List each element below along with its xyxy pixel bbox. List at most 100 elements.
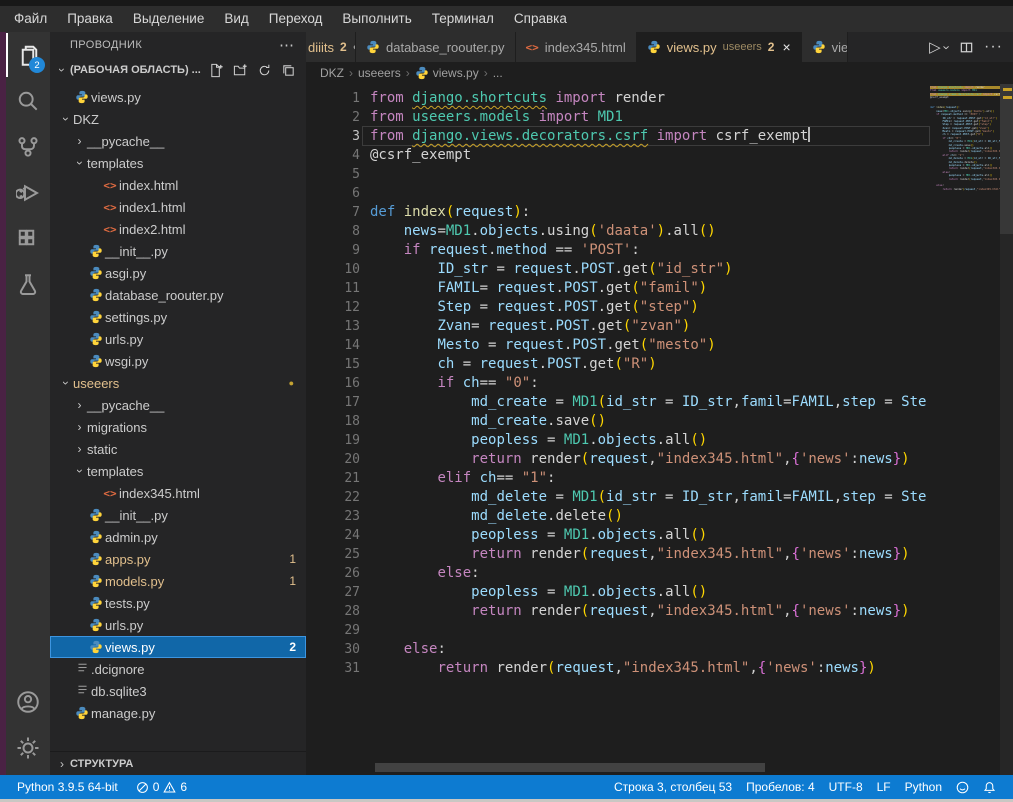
code-line-4[interactable]: @csrf_exempt bbox=[370, 146, 930, 165]
minimap[interactable]: from django.shortcuts import renderfrom … bbox=[930, 86, 1000, 226]
breadcrumb-item-views.py[interactable]: views.py bbox=[415, 66, 479, 80]
status-problems[interactable]: 06 bbox=[129, 780, 194, 794]
menu-item-6[interactable]: Выполнить bbox=[332, 6, 421, 32]
code-line-11[interactable]: FAMIL= request.POST.get("famil") bbox=[370, 279, 930, 298]
code-line-18[interactable]: md_create.save() bbox=[370, 412, 930, 431]
tree-item-urls.py[interactable]: urls.py bbox=[50, 328, 306, 350]
status-feedback[interactable] bbox=[949, 781, 976, 794]
outline-section-header[interactable]: › СТРУКТУРА bbox=[50, 751, 306, 775]
overview-ruler[interactable] bbox=[1000, 84, 1013, 775]
status-language[interactable]: Python bbox=[898, 780, 949, 794]
code-line-25[interactable]: return render(request,"index345.html",{'… bbox=[370, 545, 930, 564]
code-line-21[interactable]: elif ch== "1": bbox=[370, 469, 930, 488]
tree-item-models.py[interactable]: models.py1 bbox=[50, 570, 306, 592]
menu-item-8[interactable]: Справка bbox=[504, 6, 577, 32]
tab-diiits[interactable]: diiits2● bbox=[306, 32, 356, 62]
tree-item-database_roouter.py[interactable]: database_roouter.py bbox=[50, 284, 306, 306]
menu-item-2[interactable]: Правка bbox=[57, 6, 123, 32]
tree-item-templates[interactable]: ›templates bbox=[50, 460, 306, 482]
code-line-31[interactable]: return render(request,"index345.html",{'… bbox=[370, 659, 930, 678]
code-line-6[interactable] bbox=[370, 184, 930, 203]
activity-item-source-control[interactable] bbox=[6, 124, 50, 170]
tree-item-__init__.py[interactable]: __init__.py bbox=[50, 240, 306, 262]
tree-item-__pycache__[interactable]: ›__pycache__ bbox=[50, 130, 306, 152]
breadcrumb-item-DKZ[interactable]: DKZ bbox=[320, 66, 344, 80]
tree-item-index.html[interactable]: <>index.html bbox=[50, 174, 306, 196]
tree-item-index1.html[interactable]: <>index1.html bbox=[50, 196, 306, 218]
new-file-icon[interactable] bbox=[209, 63, 224, 78]
tree-item-__pycache__[interactable]: ›__pycache__ bbox=[50, 394, 306, 416]
tree-item-migrations[interactable]: ›migrations bbox=[50, 416, 306, 438]
status-cursor-position[interactable]: Строка 3, столбец 53 bbox=[607, 780, 739, 794]
vertical-scrollbar[interactable] bbox=[1000, 84, 1013, 234]
breadcrumb-item-useeers[interactable]: useeers bbox=[358, 66, 401, 80]
code-line-12[interactable]: Step = request.POST.get("step") bbox=[370, 298, 930, 317]
tree-item-admin.py[interactable]: admin.py bbox=[50, 526, 306, 548]
code-line-5[interactable] bbox=[370, 165, 930, 184]
tree-item-templates[interactable]: ›templates bbox=[50, 152, 306, 174]
code-line-30[interactable]: else: bbox=[370, 640, 930, 659]
tree-item-tests.py[interactable]: tests.py bbox=[50, 592, 306, 614]
code-line-20[interactable]: return render(request,"index345.html",{'… bbox=[370, 450, 930, 469]
code-line-1[interactable]: from django.shortcuts import render bbox=[370, 89, 930, 108]
activity-item-explorer[interactable]: 2 bbox=[6, 32, 50, 78]
activity-item-search[interactable] bbox=[6, 78, 50, 124]
menu-item-4[interactable]: Вид bbox=[214, 6, 258, 32]
tree-item-views.py[interactable]: views.py bbox=[50, 86, 306, 108]
activity-item-run-debug[interactable] bbox=[6, 170, 50, 216]
status-encoding[interactable]: UTF-8 bbox=[822, 780, 870, 794]
code-line-9[interactable]: if request.method == 'POST': bbox=[370, 241, 930, 260]
code-line-17[interactable]: md_create = MD1(id_str = ID_str,famil=FA… bbox=[370, 393, 930, 412]
workspace-section-header[interactable]: › (РАБОЧАЯ ОБЛАСТЬ) ... bbox=[50, 58, 306, 82]
code-lines[interactable]: from django.shortcuts import renderfrom … bbox=[370, 89, 930, 678]
status-eol[interactable]: LF bbox=[870, 780, 898, 794]
code-line-2[interactable]: from useeers.models import MD1 bbox=[370, 108, 930, 127]
code-line-10[interactable]: ID_str = request.POST.get("id_str") bbox=[370, 260, 930, 279]
split-editor-icon[interactable] bbox=[959, 40, 974, 55]
code-line-16[interactable]: if ch== "0": bbox=[370, 374, 930, 393]
code-line-27[interactable]: peopless = MD1.objects.all() bbox=[370, 583, 930, 602]
code-line-13[interactable]: Zvan= request.POST.get("zvan") bbox=[370, 317, 930, 336]
close-icon[interactable]: × bbox=[782, 39, 790, 55]
code-line-23[interactable]: md_delete.delete() bbox=[370, 507, 930, 526]
tree-item-.dcignore[interactable]: .dcignore bbox=[50, 658, 306, 680]
tab-index345[interactable]: <>index345.html bbox=[516, 32, 637, 62]
tree-item-db.sqlite3[interactable]: db.sqlite3 bbox=[50, 680, 306, 702]
tree-item-useeers[interactable]: ›useeers● bbox=[50, 372, 306, 394]
tree-item-manage.py[interactable]: manage.py bbox=[50, 702, 306, 724]
status-indentation[interactable]: Пробелов: 4 bbox=[739, 780, 822, 794]
more-actions-icon[interactable]: ··· bbox=[984, 38, 1003, 56]
code-line-19[interactable]: peopless = MD1.objects.all() bbox=[370, 431, 930, 450]
tree-item-settings.py[interactable]: settings.py bbox=[50, 306, 306, 328]
menu-item-3[interactable]: Выделение bbox=[123, 6, 215, 32]
activity-item-settings[interactable] bbox=[6, 725, 50, 771]
horizontal-scrollbar[interactable] bbox=[375, 763, 765, 772]
refresh-icon[interactable] bbox=[257, 63, 272, 78]
menu-item-1[interactable]: Файл bbox=[4, 6, 57, 32]
collapse-all-icon[interactable] bbox=[281, 63, 296, 78]
tree-item-apps.py[interactable]: apps.py1 bbox=[50, 548, 306, 570]
menu-item-7[interactable]: Терминал bbox=[422, 6, 504, 32]
tree-item-static[interactable]: ›static bbox=[50, 438, 306, 460]
tree-item-urls.py[interactable]: urls.py bbox=[50, 614, 306, 636]
code-line-29[interactable] bbox=[370, 621, 930, 640]
tree-item-views.py[interactable]: views.py2 bbox=[50, 636, 306, 658]
tree-item-index345.html[interactable]: <>index345.html bbox=[50, 482, 306, 504]
run-dropdown-icon[interactable]: › bbox=[939, 45, 954, 49]
tree-item-__init__.py[interactable]: __init__.py bbox=[50, 504, 306, 526]
tree-item-index2.html[interactable]: <>index2.html bbox=[50, 218, 306, 240]
code-line-3[interactable]: from django.views.decorators.csrf import… bbox=[370, 127, 930, 146]
code-line-24[interactable]: peopless = MD1.objects.all() bbox=[370, 526, 930, 545]
tab-views-partial[interactable]: vie bbox=[802, 32, 848, 62]
menu-item-5[interactable]: Переход bbox=[259, 6, 333, 32]
code-line-28[interactable]: return render(request,"index345.html",{'… bbox=[370, 602, 930, 621]
tree-item-wsgi.py[interactable]: wsgi.py bbox=[50, 350, 306, 372]
code-line-15[interactable]: ch = request.POST.get("R") bbox=[370, 355, 930, 374]
status-notifications[interactable] bbox=[976, 781, 1003, 794]
activity-item-testing[interactable] bbox=[6, 262, 50, 308]
tree-item-asgi.py[interactable]: asgi.py bbox=[50, 262, 306, 284]
tab-views[interactable]: views.pyuseeers2× bbox=[637, 32, 802, 62]
code-line-7[interactable]: def index(request): bbox=[370, 203, 930, 222]
code-line-8[interactable]: news=MD1.objects.using('daata').all() bbox=[370, 222, 930, 241]
tab-database-roouter[interactable]: database_roouter.py bbox=[356, 32, 516, 62]
